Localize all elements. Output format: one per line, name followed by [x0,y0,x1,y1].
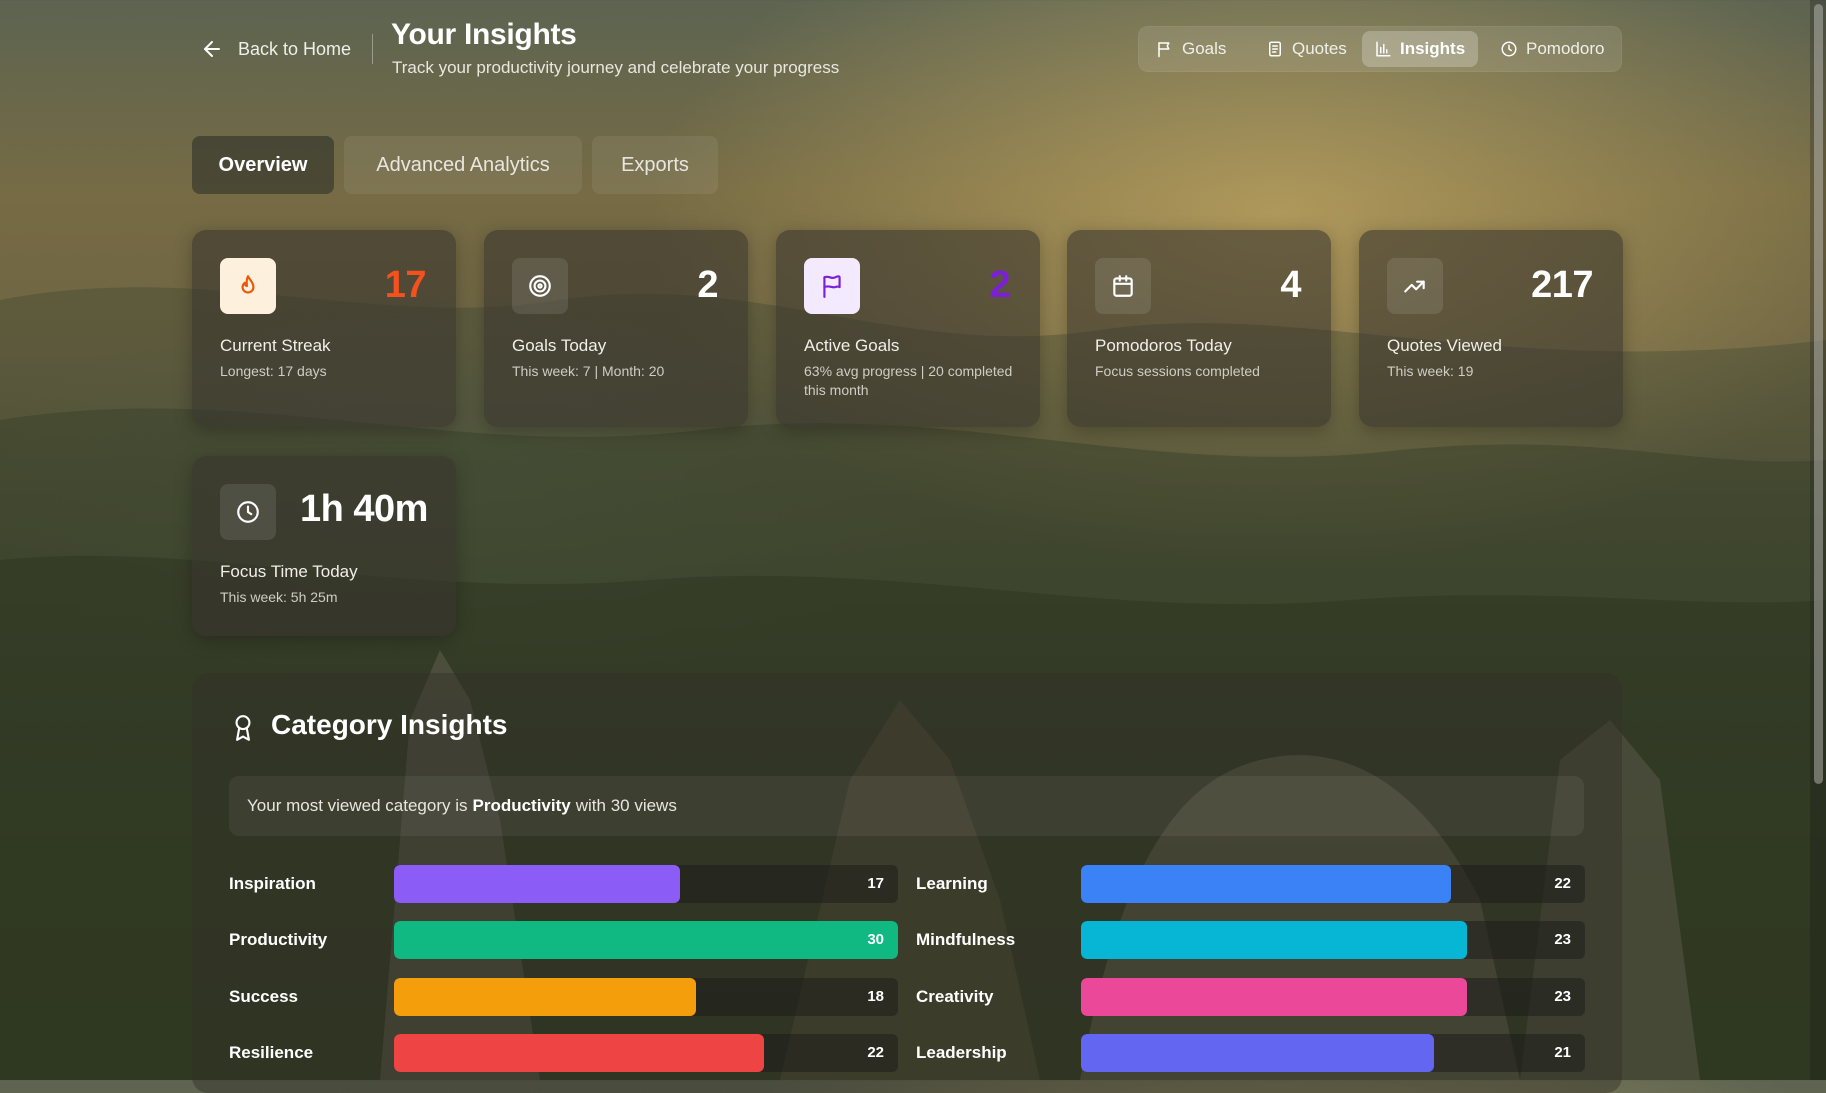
pomodoros-value: 4 [1280,264,1301,306]
category-bar-fill-mindfulness [1081,921,1467,959]
pomodoros-icon-box [1095,258,1151,314]
category-bar-track-creativity: 23 [1081,978,1585,1016]
category-bar-fill-productivity [394,921,898,959]
category-label-productivity: Productivity [229,930,328,949]
goals-today-sub: This week: 7 | Month: 20 [512,363,665,379]
nav-insights-label: Insights [1400,39,1466,58]
streak-value: 17 [384,264,427,306]
category-label-inspiration: Inspiration [229,874,316,893]
banner-suffix: with 30 views [575,796,677,815]
category-bar-track-resilience: 22 [394,1034,898,1072]
category-bar-track-productivity: 30 [394,921,898,959]
quotes-viewed-value: 217 [1531,264,1593,306]
category-count-inspiration: 17 [867,875,884,892]
category-label-leadership: Leadership [916,1043,1007,1062]
flag-icon [823,275,841,298]
calendar-icon [1113,275,1133,297]
page-title: Your Insights [391,18,577,51]
quotes-viewed-icon-box [1387,258,1443,314]
trending-up-icon [1404,280,1425,293]
pomodoros-sub: Focus sessions completed [1095,363,1260,379]
pomodoros-label: Pomodoros Today [1095,336,1232,355]
category-bar-track-success: 18 [394,978,898,1016]
category-count-mindfulness: 23 [1554,931,1571,948]
nav-quotes-label: Quotes [1292,39,1347,58]
quotes-viewed-label: Quotes Viewed [1387,336,1502,355]
category-bar-fill-resilience [394,1034,764,1072]
active-goals-card: 2 Active Goals 63% avg progress | 20 com… [776,230,1040,427]
tab-overview[interactable]: Overview [192,136,334,194]
category-label-mindfulness: Mindfulness [916,930,1016,949]
active-goals-icon-box [804,258,860,314]
goals-today-icon-box [512,258,568,314]
focus-time-sub: This week: 5h 25m [220,589,338,605]
nav-pomodoro[interactable]: Pomodoro [1488,31,1616,67]
category-bar-fill-learning [1081,865,1451,903]
top-navigation: Goals Quotes Insights Pomodoro [1138,26,1622,72]
category-bar-track-inspiration: 17 [394,865,898,903]
category-bar-track-learning: 22 [1081,865,1585,903]
current-streak-card: 17 Current Streak Longest: 17 days [192,230,456,427]
category-insights-title: Category Insights [271,709,508,740]
most-viewed-banner: Your most viewed category is Productivit… [229,776,1584,836]
category-label-resilience: Resilience [229,1043,314,1062]
category-count-learning: 22 [1554,875,1571,892]
goals-today-label: Goals Today [512,336,607,355]
page-subtitle: Track your productivity journey and cele… [392,58,840,77]
clock-icon [237,501,259,523]
nav-goals[interactable]: Goals [1144,31,1238,67]
pomodoros-today-card: 4 Pomodoros Today Focus sessions complet… [1067,230,1331,427]
active-goals-sub: 63% avg progress | 20 completed this mon… [804,363,1013,398]
insights-page: Back to Home Your Insights Track your pr… [0,0,1826,1093]
arrow-left-icon [204,41,220,57]
clock-icon [1501,41,1517,57]
header-divider [372,34,373,64]
focus-time-label: Focus Time Today [220,562,358,581]
flag-icon [1158,42,1170,58]
category-count-resilience: 22 [867,1044,884,1061]
goals-today-card: 2 Goals Today This week: 7 | Month: 20 [484,230,748,427]
banner-prefix: Your most viewed category is [247,796,468,815]
category-count-leadership: 21 [1554,1044,1571,1061]
back-to-home-link[interactable]: Back to Home [200,32,351,66]
nav-insights[interactable]: Insights [1362,31,1478,67]
scrollbar-thumb[interactable] [1814,4,1823,784]
document-icon [1269,41,1281,57]
quotes-viewed-sub: This week: 19 [1387,363,1474,379]
tab-exports[interactable]: Exports [592,136,718,194]
award-icon [235,715,251,741]
category-label-learning: Learning [916,874,988,893]
nav-goals-label: Goals [1182,39,1227,58]
category-count-success: 18 [867,988,884,1005]
nav-quotes[interactable]: Quotes [1254,31,1359,67]
tab-advanced-analytics[interactable]: Advanced Analytics [344,136,582,194]
target-icon [529,275,551,297]
active-goals-value: 2 [989,264,1010,306]
quotes-viewed-card: 217 Quotes Viewed This week: 19 [1359,230,1623,427]
category-bar-track-mindfulness: 23 [1081,921,1585,959]
nav-pomodoro-label: Pomodoro [1526,39,1605,58]
focus-time-icon-box [220,484,276,540]
goals-today-value: 2 [697,264,718,306]
category-count-creativity: 23 [1554,988,1571,1005]
focus-time-value: 1h 40m [300,488,428,530]
category-label-creativity: Creativity [916,987,994,1006]
category-bar-fill-success [394,978,696,1016]
category-label-success: Success [229,987,298,1006]
bar-chart-icon [1376,41,1391,57]
back-to-home-label: Back to Home [238,38,352,59]
banner-category: Productivity [472,796,571,815]
active-goals-label: Active Goals [804,336,900,355]
category-bar-fill-leadership [1081,1034,1434,1072]
focus-time-card: 1h 40m Focus Time Today This week: 5h 25… [192,456,456,636]
category-bar-track-leadership: 21 [1081,1034,1585,1072]
category-count-productivity: 30 [867,931,884,948]
category-bar-fill-creativity [1081,978,1467,1016]
streak-sub: Longest: 17 days [220,363,327,379]
streak-icon-box [220,258,276,314]
page-scrollbar[interactable] [1810,0,1826,1080]
flame-icon [241,275,255,294]
category-bar-fill-inspiration [394,865,680,903]
streak-label: Current Streak [220,336,331,355]
